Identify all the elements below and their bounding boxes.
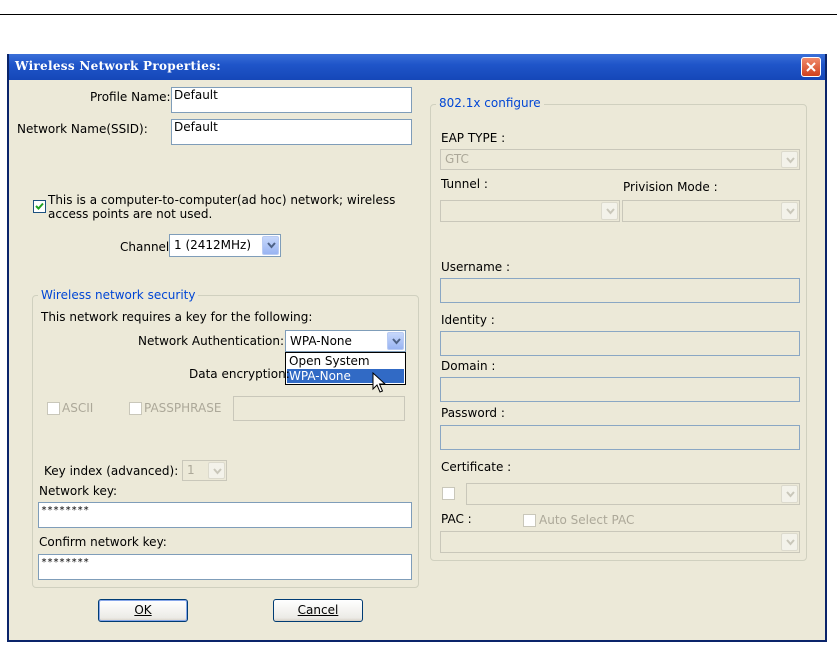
passphrase-input[interactable] — [233, 396, 405, 421]
username-label: Username : — [441, 260, 511, 274]
chevron-down-icon — [786, 208, 795, 215]
cancel-button[interactable]: Cancel — [273, 599, 363, 622]
chevron-down-icon — [786, 491, 795, 498]
cancel-button-label: Cancel — [297, 603, 339, 617]
certificate-select[interactable] — [466, 483, 800, 505]
requires-key-text: This network requires a key for the foll… — [41, 310, 313, 324]
tunnel-label: Tunnel : — [441, 177, 488, 191]
eap-type-dropdown-button[interactable] — [781, 151, 798, 168]
auto-select-pac-checkbox[interactable] — [523, 514, 536, 527]
certificate-checkbox[interactable] — [442, 487, 455, 500]
ssid-label: Network Name(SSID): — [17, 122, 148, 136]
eap-type-label: EAP TYPE : — [441, 131, 506, 145]
network-auth-select[interactable]: WPA-None — [285, 330, 406, 352]
certificate-label: Certificate : — [441, 460, 512, 474]
auth-option-open-system[interactable]: Open System — [287, 354, 404, 368]
tunnel-select[interactable] — [440, 200, 620, 222]
title-bar[interactable]: Wireless Network Properties: — [9, 54, 825, 80]
pac-select[interactable] — [440, 531, 800, 553]
tunnel-dropdown-button[interactable] — [601, 202, 618, 220]
mouse-pointer-icon — [372, 372, 386, 393]
eap-config-title: 802.1x configure — [436, 96, 544, 110]
provision-mode-label: Privision Mode : — [623, 180, 718, 194]
ok-button-label: OK — [134, 603, 152, 617]
channel-value: 1 (2412MHz) — [174, 238, 252, 252]
auto-select-pac-label: Auto Select PAC — [539, 513, 635, 527]
pac-dropdown-button[interactable] — [781, 533, 798, 551]
page-top-rule — [0, 14, 837, 15]
network-auth-dropdown-button[interactable] — [387, 332, 404, 350]
ssid-input[interactable]: Default — [171, 119, 412, 145]
password-input[interactable] — [440, 425, 800, 450]
key-index-value: 1 — [187, 463, 195, 477]
channel-dropdown-button[interactable] — [262, 236, 279, 255]
ascii-checkbox[interactable] — [47, 402, 60, 415]
chevron-down-icon — [213, 468, 222, 475]
pac-label: PAC : — [441, 512, 472, 526]
profile-name-label: Profile Name: — [90, 90, 171, 104]
auth-option-wpa-none[interactable]: WPA-None — [287, 369, 404, 383]
key-index-select[interactable]: 1 — [182, 460, 227, 481]
ascii-label: ASCII — [62, 401, 94, 415]
wireless-properties-dialog: Wireless Network Properties: Profile Nam… — [7, 54, 827, 642]
wireless-security-title: Wireless network security — [38, 288, 199, 302]
domain-input[interactable] — [440, 377, 800, 402]
adhoc-label-line2: access points are not used. — [48, 207, 213, 221]
chevron-down-icon — [786, 157, 795, 164]
check-icon — [35, 202, 44, 210]
confirm-key-input[interactable]: ******** — [38, 554, 412, 580]
close-button[interactable] — [801, 57, 821, 77]
adhoc-label-line1: This is a computer-to-computer(ad hoc) n… — [48, 193, 396, 207]
network-auth-value: WPA-None — [290, 334, 352, 348]
confirm-key-label: Confirm network key: — [39, 535, 167, 549]
eap-type-value: GTC — [445, 152, 469, 166]
channel-label: Channel: — [120, 240, 174, 254]
identity-label: Identity : — [441, 313, 495, 327]
passphrase-checkbox[interactable] — [129, 402, 142, 415]
certificate-dropdown-button[interactable] — [781, 485, 798, 503]
adhoc-checkbox[interactable] — [33, 200, 46, 213]
network-auth-dropdown-list: Open System WPA-None — [285, 352, 406, 385]
network-auth-label: Network Authentication: — [138, 334, 285, 348]
domain-label: Domain : — [441, 359, 496, 373]
password-label: Password : — [441, 406, 505, 420]
channel-select[interactable]: 1 (2412MHz) — [169, 234, 281, 257]
key-index-dropdown-button[interactable] — [208, 462, 225, 479]
close-icon — [806, 62, 816, 72]
chevron-down-icon — [392, 338, 401, 345]
network-key-input[interactable]: ******** — [38, 502, 412, 528]
identity-input[interactable] — [440, 331, 800, 356]
chevron-down-icon — [267, 242, 276, 249]
chevron-down-icon — [606, 208, 615, 215]
dialog-title: Wireless Network Properties: — [15, 59, 221, 73]
provision-mode-select[interactable] — [622, 200, 800, 222]
profile-name-input[interactable]: Default — [171, 87, 412, 113]
key-index-label: Key index (advanced): — [44, 464, 179, 478]
provision-mode-dropdown-button[interactable] — [781, 202, 798, 220]
username-input[interactable] — [440, 278, 800, 303]
passphrase-label: PASSPHRASE — [144, 401, 222, 415]
data-encryption-label: Data encryption: — [189, 367, 290, 381]
chevron-down-icon — [786, 539, 795, 546]
network-key-label: Network key: — [39, 484, 118, 498]
ok-button[interactable]: OK — [98, 599, 188, 622]
eap-type-select[interactable]: GTC — [440, 149, 800, 170]
